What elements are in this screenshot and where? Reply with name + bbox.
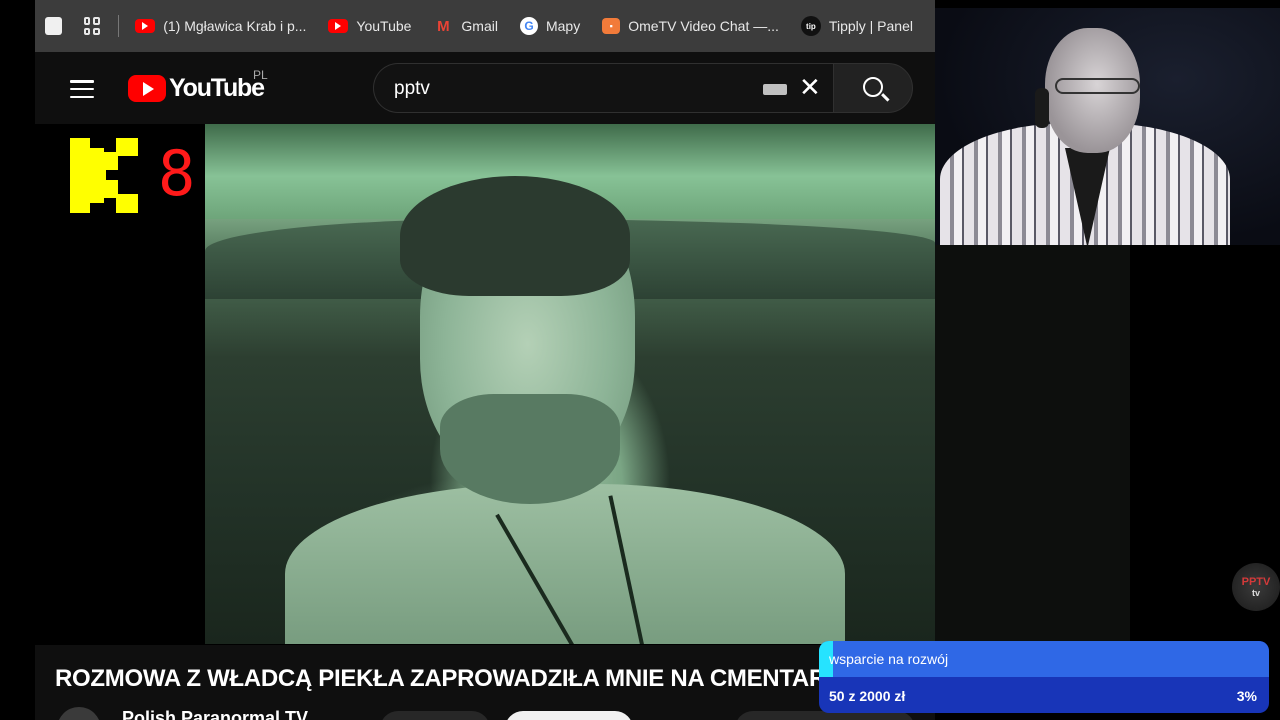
support-label: wsparcie na rozwój [829, 651, 949, 667]
channel-name[interactable]: Polish Paranormal TV [122, 708, 308, 720]
youtube-icon [135, 19, 156, 33]
bookmark-label: Gmail [461, 18, 498, 34]
k-pixel-letter [70, 138, 140, 213]
search-button[interactable] [833, 63, 913, 113]
tipply-icon: tip [800, 16, 821, 36]
support-goal-widget: wsparcie na rozwój 50 z 2000 zł 3% [819, 641, 1269, 713]
video-player[interactable] [205, 124, 935, 644]
webcam-overlay [935, 8, 1280, 245]
subscribe-button[interactable] [505, 711, 633, 720]
bookmark-label: (1) Mgławica Krab i p... [163, 18, 307, 34]
tab-square-icon[interactable] [45, 17, 62, 35]
google-maps-icon: G [519, 17, 538, 35]
avatar[interactable] [57, 707, 101, 720]
video-person-hair [400, 176, 630, 296]
keyboard-icon[interactable] [763, 84, 787, 95]
bookmark-label: OmeTV Video Chat —... [628, 18, 779, 34]
gmail-icon: M [437, 17, 450, 35]
menu-icon[interactable] [70, 80, 94, 98]
join-button[interactable] [380, 711, 490, 720]
bookmark-gmail[interactable]: M Gmail [433, 17, 498, 35]
bookmarks-separator [118, 15, 120, 37]
youtube-icon [328, 19, 349, 33]
bookmark-label: Tipply | Panel [828, 18, 913, 34]
k8-logo: 8 [70, 137, 195, 214]
ometv-icon: ▪ [602, 18, 621, 34]
video-info: ROZMOWA Z WŁADCĄ PIEKŁA ZAPROWADZIŁA MNI… [35, 645, 935, 720]
screen: (1) Mgławica Krab i p... YouTube M Gmail… [0, 0, 1280, 720]
k8-digit: 8 [158, 137, 196, 210]
search-value: pptv [394, 78, 430, 99]
clear-icon[interactable]: ✕ [799, 74, 821, 100]
youtube-header: YouTube PL pptv ✕ [35, 52, 935, 124]
video-side-area [935, 245, 1130, 645]
channel-watermark[interactable]: PPTV tv [1232, 563, 1280, 611]
webcam-glasses [1055, 78, 1140, 94]
bookmark-label: YouTube [356, 18, 412, 34]
search-input[interactable]: pptv ✕ [373, 63, 833, 113]
country-code: PL [253, 68, 268, 82]
watermark-sub: tv [1251, 588, 1260, 598]
bookmark-label: Mapy [545, 18, 581, 34]
support-amount: 50 z 2000 zł [829, 688, 906, 704]
headset-icon [1035, 88, 1049, 128]
bookmark-ometv[interactable]: ▪ OmeTV Video Chat —... [602, 18, 779, 34]
video-person-jacket [285, 484, 845, 644]
watermark-name: PPTV [1241, 576, 1271, 588]
support-percent: 3% [1236, 688, 1257, 704]
bookmark-maps[interactable]: G Mapy [519, 17, 581, 35]
video-title: ROZMOWA Z WŁADCĄ PIEKŁA ZAPROWADZIŁA MNI… [55, 665, 860, 692]
bookmark-mglawica[interactable]: (1) Mgławica Krab i p... [135, 18, 306, 34]
bookmark-tipply[interactable]: tip Tipply | Panel [800, 16, 913, 36]
apps-grid-icon[interactable] [83, 17, 101, 35]
logo-text: YouTube [169, 74, 265, 102]
search-icon [863, 77, 883, 97]
youtube-play-icon [128, 75, 166, 102]
video-person-beard [440, 394, 620, 504]
youtube-logo[interactable]: YouTube [128, 74, 265, 103]
bookmarks-bar: (1) Mgławica Krab i p... YouTube M Gmail… [35, 0, 935, 52]
bookmark-youtube[interactable]: YouTube [328, 18, 411, 34]
